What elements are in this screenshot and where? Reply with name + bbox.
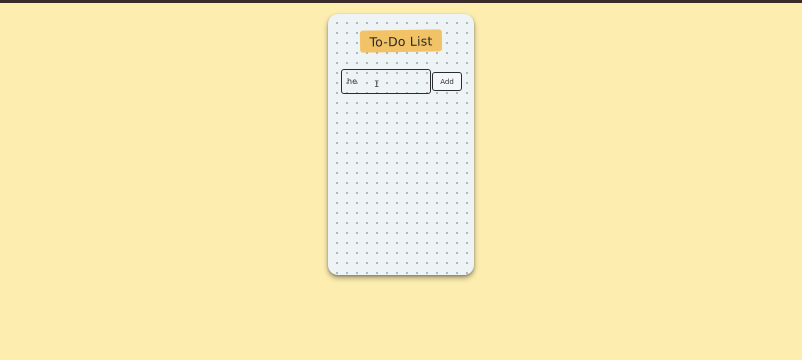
top-border: [0, 0, 802, 3]
todo-card: To-Do List I Add: [328, 14, 474, 275]
add-button[interactable]: Add: [432, 72, 462, 91]
text-cursor-icon: I: [374, 80, 380, 90]
page-title: To-Do List: [359, 29, 443, 53]
todo-input[interactable]: [341, 69, 431, 94]
